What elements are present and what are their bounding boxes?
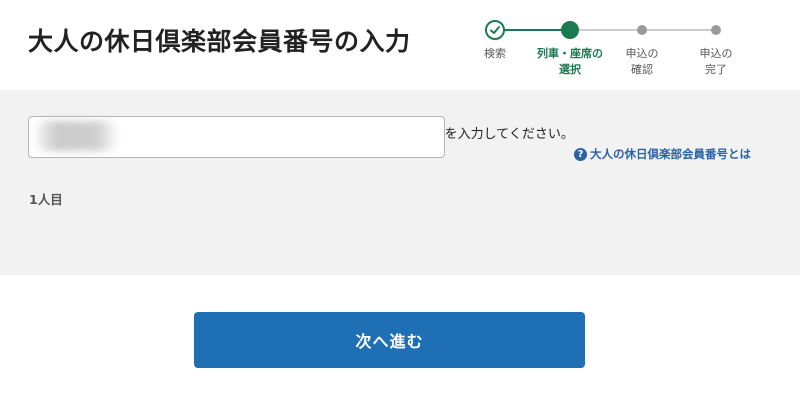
redacted-value-blur [36,121,116,151]
step-connector-done [495,29,570,31]
page-header: 大人の休日倶楽部会員番号の入力 検索 列車・座席の 選択 申込の 確認 申込の … [0,0,800,90]
pending-step-dot [637,25,647,35]
step-label-select-seat: 列車・座席の 選択 [537,47,603,76]
step-label-complete: 申込の 完了 [699,47,733,76]
pending-step-dot [711,25,721,35]
help-link-label: 大人の休日倶楽部会員番号とは [590,147,751,161]
question-icon: ? [574,147,587,161]
step-label-confirm: 申込の 確認 [625,47,659,76]
field-label-person-1: 1人目 [29,192,63,207]
next-button[interactable]: 次へ進む [194,312,585,368]
step-label-search: 検索 [484,47,506,60]
member-number-help-link[interactable]: ? 大人の休日倶楽部会員番号とは [574,146,751,162]
check-icon [485,20,505,40]
page-title: 大人の休日倶楽部会員番号の入力 [28,27,411,56]
progress-stepper: 検索 列車・座席の 選択 申込の 確認 申込の 完了 [470,14,770,84]
current-step-dot [561,21,579,39]
